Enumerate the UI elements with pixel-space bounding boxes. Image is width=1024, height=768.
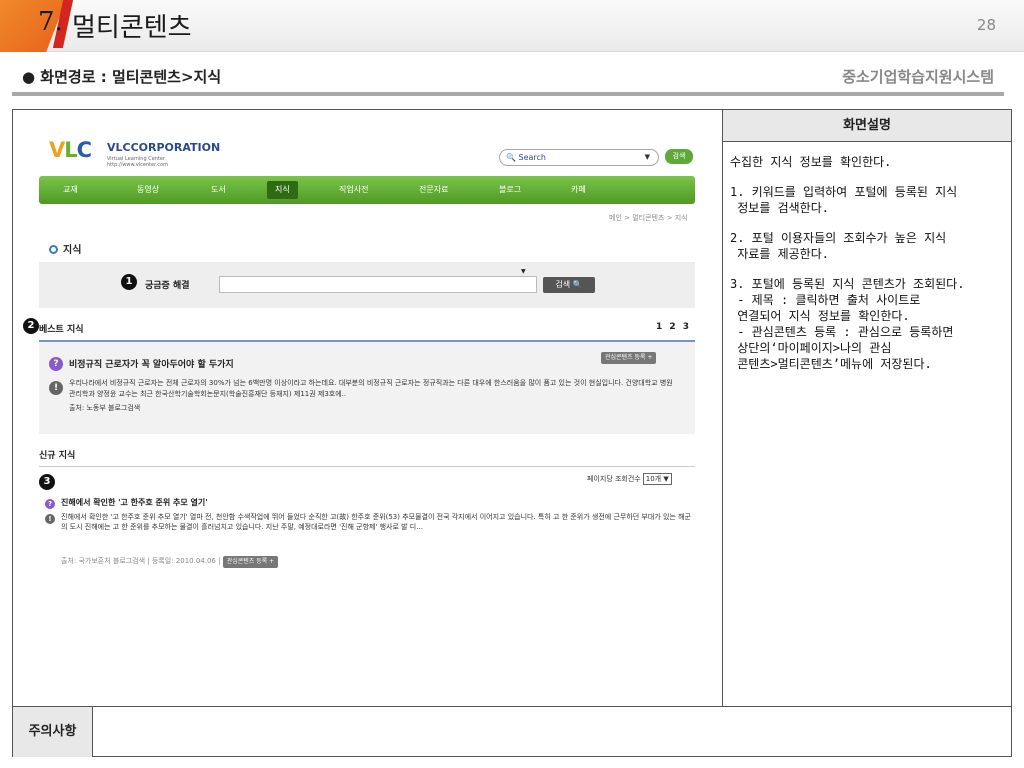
best-pagination[interactable]: 1 2 3 [656, 322, 689, 332]
description-heading: 화면설명 [723, 110, 1011, 142]
slide-header: 7. 멀티콘텐츠 28 [0, 0, 1024, 52]
nav-item-knowledge[interactable]: 지식 [267, 181, 298, 199]
page-number: 28 [976, 16, 996, 34]
system-name: 중소기업학습지원시스템 [842, 68, 994, 86]
vlc-logo[interactable]: VLC [49, 138, 92, 162]
description-summary: 수집한 지식 정보를 확인한다. [730, 155, 892, 169]
per-page-select[interactable]: 10개 ▼ [642, 473, 672, 485]
nav-item-video[interactable]: 동영상 [137, 176, 159, 204]
question-icon: ? [49, 357, 63, 371]
nav-item-expert-data[interactable]: 전문자료 [419, 176, 448, 204]
magnifier-icon: 🔍 [572, 280, 583, 289]
exclamation-icon: ! [45, 514, 55, 524]
new-item-title[interactable]: 진해에서 확인한 '고 한주호 준위 추모 열기' [61, 497, 208, 508]
best-add-favorite-button[interactable]: 관심콘텐츠 등록 + [601, 352, 657, 364]
description-item-1: 1. 키워드를 입력하여 포털에 등록된 지식 정보를 검색한다. [730, 185, 958, 215]
header-rule [12, 92, 1004, 96]
query-search-button[interactable]: 검색 🔍 [543, 277, 595, 293]
column-divider [722, 110, 723, 706]
best-item-title[interactable]: 비정규직 근로자가 꼭 알아두어야 할 두가지 [69, 357, 234, 370]
nav-item-cafe[interactable]: 카페 [571, 176, 586, 204]
callout-badge-3: 3 [39, 474, 55, 490]
new-add-favorite-button[interactable]: 관심콘텐츠 등록 + [222, 556, 279, 568]
callout-badge-2: 2 [23, 318, 39, 334]
portal-screenshot: VLC VLCCORPORATION Virtual Learning Cent… [13, 110, 722, 706]
main-nav: 교재 동영상 도서 지식 직업사전 전문자료 블로그 카페 [39, 176, 695, 204]
page-title: 멀티콘텐츠 [72, 13, 192, 43]
best-item-source: 출처: 노동부 블로그검색 [69, 404, 141, 412]
section-number: 7. [38, 7, 63, 37]
description-item-3: 3. 포털에 등록된 지식 콘텐츠가 조회된다. - 제목 : 클릭하면 출처 … [730, 277, 965, 371]
exclamation-icon: ! [49, 381, 63, 395]
breadcrumb: 메인 > 멀티콘텐츠 > 지식 [609, 214, 688, 222]
nav-item-job-dictionary[interactable]: 직업사전 [339, 176, 368, 204]
new-divider [39, 466, 695, 467]
per-page-control: 페이지당 조회건수 10개 ▼ [587, 473, 672, 485]
nav-item-textbook[interactable]: 교재 [63, 176, 78, 204]
global-search-button[interactable]: 검색 [665, 149, 693, 164]
best-knowledge-title: 베스트 지식 [39, 325, 84, 335]
corp-name: VLCCORPORATION [107, 141, 221, 154]
new-item-source: 출처: 국가보훈처 블로그검색 | 등록일: 2010.04.06 | 관심콘텐… [61, 556, 279, 568]
nav-item-blog[interactable]: 블로그 [499, 176, 521, 204]
corp-subtitle: Virtual Learning Center http://www.vlcen… [107, 156, 168, 168]
notes-label: 주의사항 [13, 707, 93, 757]
question-icon: ? [45, 499, 55, 509]
section-title: 지식 [49, 241, 81, 256]
callout-badge-1: 1 [121, 274, 137, 290]
chevron-down-icon: ▼ [644, 153, 650, 161]
query-input[interactable] [219, 276, 537, 293]
description-item-2: 2. 포털 이용자들의 조회수가 높은 지식 자료를 제공한다. [730, 231, 947, 261]
best-item-text: 우리나라에서 비정규직 근로자는 전체 근로자의 30%가 넘는 6백만명 이상… [69, 379, 673, 398]
query-label: 궁금증 해결 [145, 281, 190, 291]
nav-item-books[interactable]: 도서 [211, 176, 226, 204]
new-knowledge-title: 신규 지식 [39, 451, 76, 461]
storyboard-frame: VLC VLCCORPORATION Virtual Learning Cent… [12, 109, 1012, 757]
new-item-text: 진해에서 확인한 '고 한주호 준위 추모 열기' 열마 전, 천안함 수색작업… [61, 513, 691, 531]
notes-divider [13, 706, 1011, 707]
global-search-input[interactable]: 🔍 Search ▼ [499, 149, 659, 166]
description-body: 수집한 지식 정보를 확인한다. 1. 키워드를 입력하여 포털에 등록된 지식… [730, 154, 1008, 386]
screen-path: ● 화면경로 : 멀티콘텐츠>지식 [22, 68, 222, 86]
circle-icon [49, 245, 58, 254]
dropdown-arrow-icon: ▼ [521, 268, 526, 275]
